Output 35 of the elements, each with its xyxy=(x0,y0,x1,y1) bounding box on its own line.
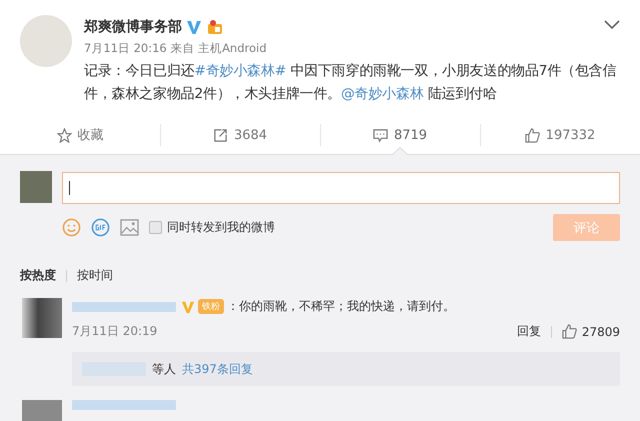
forward-label: 同时转发到我的微博 xyxy=(167,219,275,236)
star-icon xyxy=(56,128,72,142)
topic-link[interactable]: #奇妙小森林# xyxy=(194,63,286,79)
forward-checkbox[interactable] xyxy=(149,221,162,234)
source-name: 主机Android xyxy=(198,41,267,55)
verified-icon xyxy=(186,19,202,35)
comment-input[interactable] xyxy=(62,172,620,204)
gif-icon[interactable] xyxy=(91,218,110,237)
fan-badge: 铁粉 xyxy=(198,299,224,314)
blurred-avatar xyxy=(22,298,62,338)
verified-icon xyxy=(181,300,195,314)
action-button[interactable]: 收藏 xyxy=(0,116,160,154)
comment-text: ：你的雨靴，不稀罕；我的快递，请到付。 xyxy=(227,298,455,315)
avatar-image xyxy=(20,15,72,67)
post-text: 记录：今日已归还#奇妙小森林# 中因下雨穿的雨靴一双，小朋友送的物品7件（包含信件，森林之家物品2件），木头挂牌一件。@奇妙小森林 陆运到付哈 xyxy=(84,62,618,104)
sort-tab[interactable]: 按热度 xyxy=(20,267,56,284)
badge-icon xyxy=(206,19,224,35)
post-time[interactable]: 7月11日 20:16 xyxy=(84,41,167,55)
chevron-down-icon[interactable] xyxy=(604,20,620,30)
topic-link[interactable]: @奇妙小森林 xyxy=(340,86,424,102)
replies-suffix: 等人 xyxy=(152,360,176,378)
replies-link[interactable]: 共397条回复 xyxy=(182,360,253,378)
emoji-icon[interactable] xyxy=(62,218,81,237)
user-avatar xyxy=(20,171,52,203)
comment-time: 7月11日 20:19 xyxy=(72,323,158,340)
like-button[interactable]: 27809 xyxy=(562,324,620,339)
author-name[interactable]: 郑爽微博事务部 xyxy=(84,18,182,36)
thumbs-up-icon xyxy=(524,128,540,142)
share-icon xyxy=(212,128,228,142)
image-icon[interactable] xyxy=(120,219,139,236)
sort-tab[interactable]: 按时间 xyxy=(77,267,113,284)
comment-icon xyxy=(372,128,388,142)
reply-link[interactable]: 回复 xyxy=(516,323,541,340)
thumbs-up-icon xyxy=(562,324,577,339)
source-label: 来自 xyxy=(170,41,194,55)
